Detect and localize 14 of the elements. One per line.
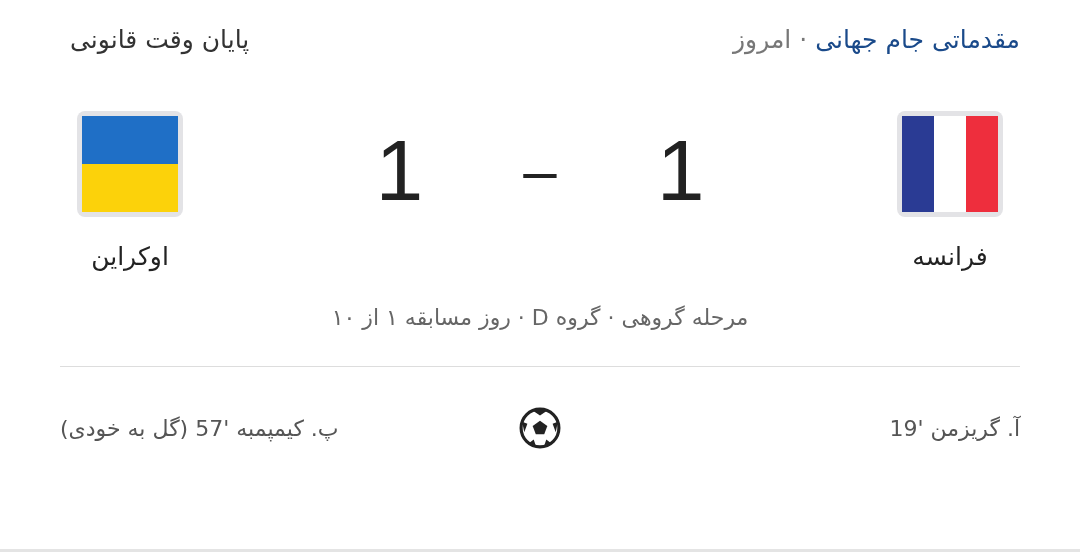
team-name: اوکراین <box>91 242 169 271</box>
match-date: · امروز <box>733 24 808 54</box>
competition-link[interactable]: مقدماتی جام جهانی <box>815 24 1020 54</box>
score-separator: – <box>523 135 557 205</box>
team-name: فرانسه <box>912 242 988 271</box>
team-score: 1 <box>375 120 424 220</box>
team-score: 1 <box>656 120 705 220</box>
goal-scorer: پ. کیمپمبه '57 (گل به خودی) <box>60 415 340 441</box>
match-info: مرحله گروهی · گروه D · روز مسابقه ۱ از ۱۰ <box>330 305 750 330</box>
soccer-ball-icon <box>519 407 561 449</box>
goal-scorer: آ. گریزمن '19 <box>888 415 1020 441</box>
match-status: پایان وقت قانونی <box>70 24 250 54</box>
flag-icon <box>896 110 1004 218</box>
flag-icon <box>76 110 184 218</box>
